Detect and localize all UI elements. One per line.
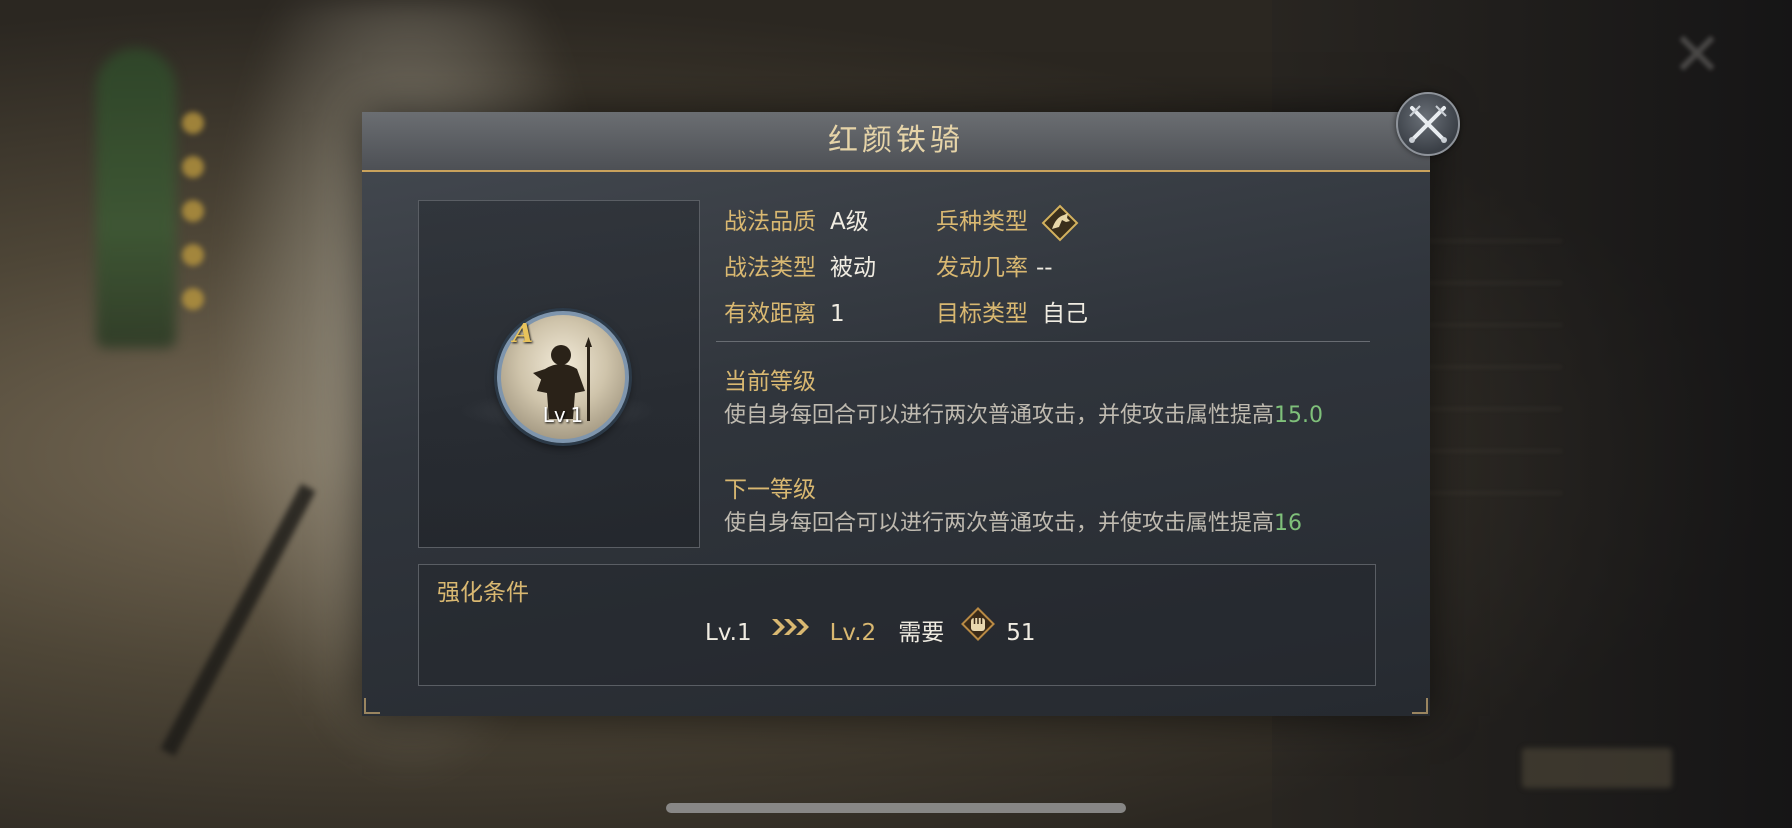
triple-chevron-right-icon [770, 611, 812, 651]
quality-value: A级 [830, 209, 869, 235]
cost-value: 51 [1006, 620, 1036, 646]
game-screen: ✕ 红颜铁骑 A Lv.1 战法品质 A级 兵种类型 战法类型 被动 发动几率 … [0, 0, 1792, 828]
upgrade-conditions-title: 强化条件 [437, 580, 529, 606]
corner-ornament [1412, 698, 1428, 714]
target-type-row: 目标类型 自己 [936, 294, 1088, 334]
range-label: 有效距离 [724, 301, 816, 327]
quality-label: 战法品质 [724, 209, 816, 235]
target-type-label: 目标类型 [936, 301, 1028, 327]
skill-type-label: 战法类型 [724, 255, 816, 281]
background-banner [96, 48, 176, 348]
next-level-value: 16 [1274, 511, 1303, 536]
crossed-swords-close-icon [1409, 105, 1447, 143]
corner-ornament [364, 698, 380, 714]
cavalry-horse-icon [1040, 203, 1079, 241]
current-level-value: 15.0 [1274, 403, 1323, 428]
skill-level-label: Lv.1 [542, 403, 584, 427]
quality-row: 战法品质 A级 [724, 202, 869, 242]
current-level-description: 使自身每回合可以进行两次普通攻击，并使攻击属性提高15.0 [724, 398, 1364, 434]
skill-grade-badge: A [513, 319, 534, 349]
next-level-text: 使自身每回合可以进行两次普通攻击，并使攻击属性提高 [724, 511, 1275, 536]
close-button[interactable] [1396, 92, 1460, 156]
skill-type-value: 被动 [830, 255, 876, 281]
background-star-icon [182, 200, 204, 222]
background-star-icon [182, 244, 204, 266]
next-level-title: 下一等级 [724, 477, 816, 503]
home-indicator[interactable] [666, 803, 1126, 813]
range-row: 有效距离 1 [724, 294, 845, 334]
skill-type-row: 战法类型 被动 [724, 248, 876, 288]
next-level-description: 使自身每回合可以进行两次普通攻击，并使攻击属性提高16 [724, 506, 1364, 542]
background-star-icon [182, 288, 204, 310]
trigger-chance-row: 发动几率 -- [936, 248, 1053, 288]
trigger-chance-label: 发动几率 [936, 255, 1028, 281]
troop-type-label: 兵种类型 [936, 209, 1028, 235]
background-button [1522, 748, 1672, 788]
dialog-title: 红颜铁骑 [828, 123, 964, 158]
dialog-header: 红颜铁骑 [362, 112, 1430, 172]
trigger-chance-value: -- [1036, 255, 1053, 281]
skill-detail-dialog: 红颜铁骑 A Lv.1 战法品质 A级 兵种类型 战法类型 被动 发动几率 --… [362, 112, 1430, 716]
target-type-value: 自己 [1042, 301, 1088, 327]
troop-type-row: 兵种类型 [936, 202, 1079, 242]
upgrade-requirement: Lv.1 Lv.2 需要 51 [705, 607, 1036, 651]
current-level-text: 使自身每回合可以进行两次普通攻击，并使攻击属性提高 [724, 403, 1275, 428]
upgrade-to-level: Lv.2 [829, 620, 877, 646]
current-level-title: 当前等级 [724, 369, 816, 395]
upgrade-conditions-panel: 强化条件 Lv.1 Lv.2 需要 51 [418, 564, 1376, 686]
info-divider [716, 341, 1370, 342]
background-star-icon [182, 156, 204, 178]
fist-token-icon [960, 606, 996, 655]
skill-portrait-panel: A Lv.1 [418, 200, 700, 548]
need-label: 需要 [898, 620, 945, 646]
upgrade-from-level: Lv.1 [705, 620, 752, 646]
range-value: 1 [830, 301, 845, 327]
background-close-icon: ✕ [1671, 20, 1723, 90]
background-star-icon [182, 112, 204, 134]
